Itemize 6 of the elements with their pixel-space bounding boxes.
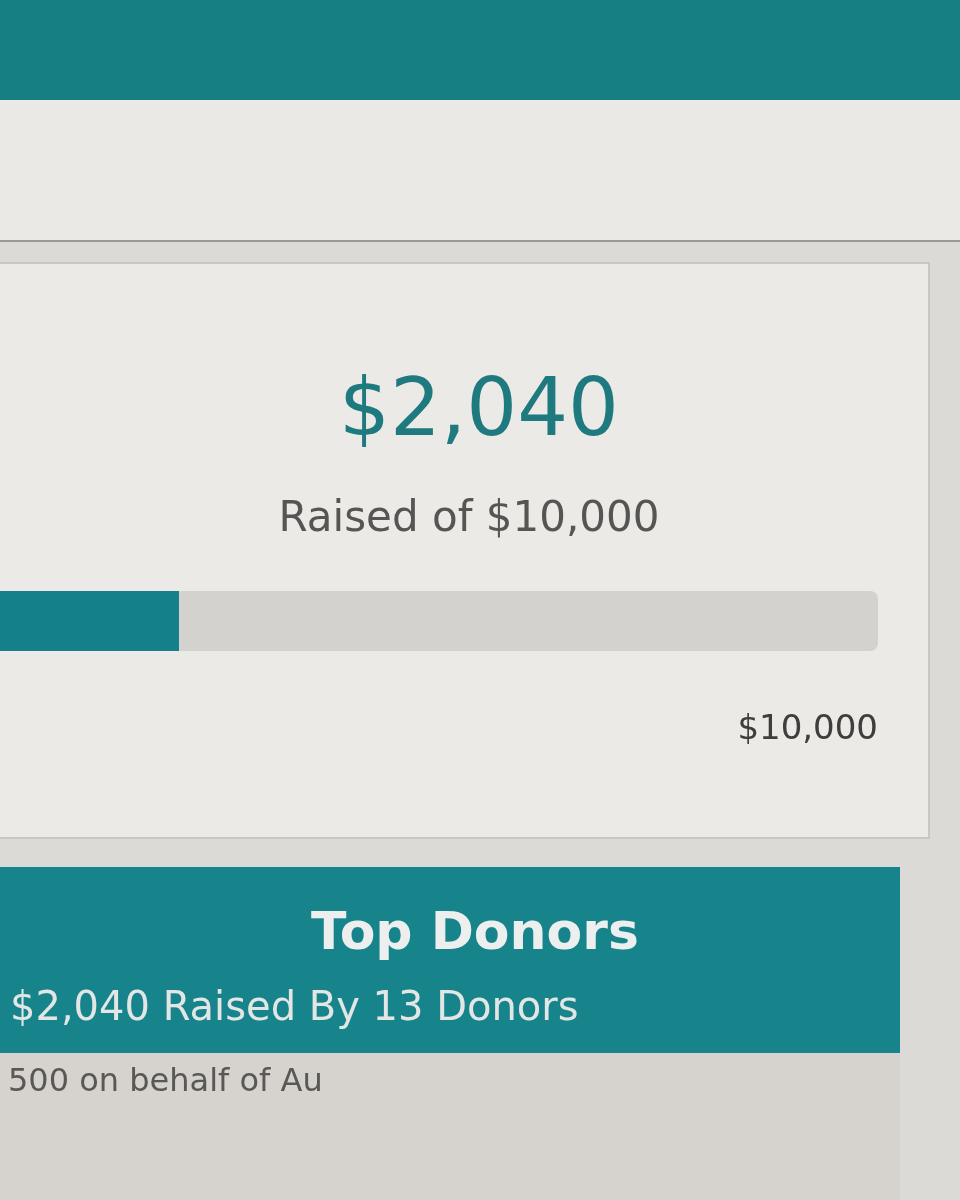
donor-text: 500 on behalf of Au <box>8 1061 323 1099</box>
raised-amount: $2,040 <box>339 364 619 452</box>
top-donors-title: Top Donors <box>311 901 639 961</box>
goal-text: Raised of $10,000 <box>278 492 660 541</box>
goal-label: $10,000 <box>737 707 878 747</box>
donors-summary: $2,040 Raised By 13 Donors <box>10 983 579 1029</box>
